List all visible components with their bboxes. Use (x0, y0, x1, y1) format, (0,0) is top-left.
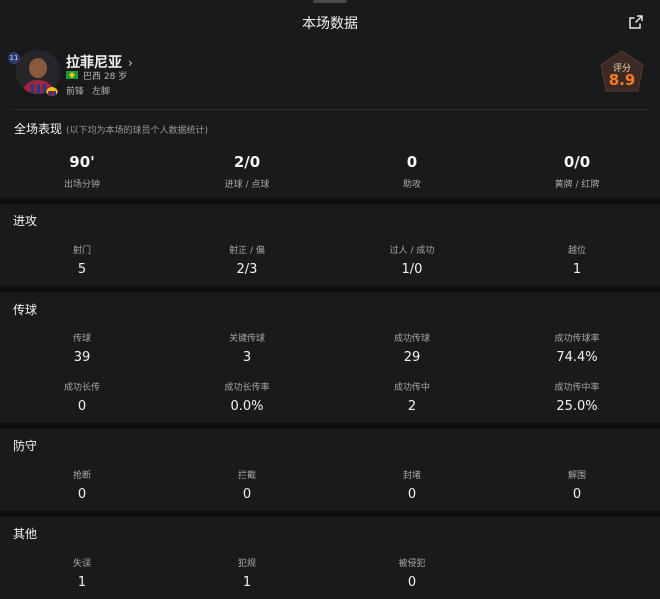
stat-value: 0 (77, 399, 87, 414)
stat-value: 1 (77, 575, 87, 590)
club-badge-icon (46, 84, 58, 96)
header: 本场数据 (0, 0, 660, 44)
stat-label: 黄牌 / 红牌 (554, 180, 600, 190)
section-separator (0, 511, 660, 517)
player-card[interactable]: 11 拉菲尼亚 › 巴西 28 岁 前锋 左脚 评分 8.9 (0, 46, 660, 108)
stat-value: 2/3 (236, 262, 258, 277)
shirt-number-badge: 11 (8, 52, 20, 64)
stat-long-ball-accuracy: 成功长传率 0.0% (177, 380, 317, 414)
stat-value: 0 (242, 487, 252, 502)
stat-label: 射正 / 偏 (229, 246, 265, 256)
share-icon[interactable] (628, 14, 644, 30)
section-title-attack: 进攻 (13, 214, 38, 228)
stat-value: 0 (406, 153, 418, 171)
summary-note: (以下均为本场的球员个人数据统计) (66, 126, 209, 136)
divider (12, 109, 648, 110)
stat-value: 1 (242, 575, 252, 590)
stat-value: 0 (407, 487, 417, 502)
stat-value: 1 (572, 262, 582, 277)
stat-errors: 失误 1 (12, 556, 152, 590)
stat-label: 被侵犯 (398, 559, 426, 569)
stat-fouls: 犯规 1 (177, 556, 317, 590)
stat-value: 29 (403, 350, 421, 365)
stat-label: 封堵 (402, 471, 421, 481)
stat-value: 39 (73, 350, 91, 365)
player-position-foot: 前锋 左脚 (66, 84, 110, 97)
stat-label: 出场分钟 (63, 180, 100, 190)
stat-crosses: 成功传中 2 (342, 380, 482, 414)
stat-label: 越位 (567, 246, 586, 256)
stat-label: 过人 / 成功 (389, 246, 435, 256)
stat-cards: 0/0 黄牌 / 红牌 (507, 153, 647, 190)
stat-goals-penalties: 2/0 进球 / 点球 (177, 153, 317, 190)
summary-title: 全场表现 (以下均为本场的球员个人数据统计) (14, 120, 208, 137)
stat-successful-passes: 成功传球 29 (342, 331, 482, 365)
stat-tackles: 抢断 0 (12, 468, 152, 502)
stat-key-passes: 关键传球 3 (177, 331, 317, 365)
stat-cross-accuracy: 成功传中率 25.0% (507, 380, 647, 414)
stat-label: 成功传中率 (554, 383, 600, 393)
stat-label: 成功长传率 (224, 383, 270, 393)
player-age: 28 岁 (103, 72, 128, 82)
stat-fouled: 被侵犯 0 (342, 556, 482, 590)
stat-value: 25.0% (556, 399, 598, 414)
stat-pass-accuracy: 成功传球率 74.4% (507, 331, 647, 365)
player-country-age: 巴西 28 岁 (83, 69, 127, 82)
stat-value: 0 (407, 575, 417, 590)
stat-interceptions: 拦截 0 (177, 468, 317, 502)
section-separator (0, 423, 660, 429)
stat-label: 进球 / 点球 (224, 180, 270, 190)
page-title: 本场数据 (302, 16, 358, 32)
stat-value: 0/0 (563, 153, 591, 171)
section-separator (0, 198, 660, 204)
stat-label: 解围 (567, 471, 586, 481)
stat-label: 传球 (72, 334, 91, 344)
stat-shots: 射门 5 (12, 243, 152, 277)
section-title-defense: 防守 (13, 439, 38, 453)
stat-label: 拦截 (237, 471, 256, 481)
stat-label: 成功长传 (63, 383, 100, 393)
rating-badge: 评分 8.9 (600, 50, 644, 92)
stat-label: 犯规 (237, 559, 256, 569)
stat-label: 助攻 (402, 180, 421, 190)
player-foot: 左脚 (92, 87, 111, 97)
player-country: 巴西 (83, 72, 102, 82)
stat-value: 2 (407, 399, 417, 414)
stat-value: 5 (77, 262, 87, 277)
stat-value: 74.4% (556, 350, 598, 365)
stat-dribbles: 过人 / 成功 1/0 (342, 243, 482, 277)
stat-value: 90' (69, 153, 95, 171)
stat-blocks: 封堵 0 (342, 468, 482, 502)
stat-shots-on-off: 射正 / 偏 2/3 (177, 243, 317, 277)
stat-label: 成功传球 (393, 334, 430, 344)
section-title-other: 其他 (13, 527, 38, 541)
chevron-right-icon: › (128, 56, 133, 70)
stat-label: 抢断 (72, 471, 91, 481)
stat-value: 0 (77, 487, 87, 502)
stat-minutes: 90' 出场分钟 (12, 153, 152, 190)
stat-value: 0 (572, 487, 582, 502)
stat-label: 成功传球率 (554, 334, 600, 344)
summary-title-text: 全场表现 (14, 122, 63, 136)
brazil-flag-icon (66, 71, 78, 79)
stat-clearances: 解围 0 (507, 468, 647, 502)
stat-offsides: 越位 1 (507, 243, 647, 277)
stat-label: 射门 (72, 246, 91, 256)
stat-value: 3 (242, 350, 252, 365)
stat-label: 成功传中 (393, 383, 430, 393)
section-separator (0, 286, 660, 292)
rating-value: 8.9 (608, 71, 636, 89)
stat-label: 关键传球 (228, 334, 265, 344)
player-position: 前锋 (66, 87, 85, 97)
stat-label: 失误 (72, 559, 91, 569)
section-title-passing: 传球 (13, 303, 38, 317)
stat-long-balls: 成功长传 0 (12, 380, 152, 414)
stat-assists: 0 助攻 (342, 153, 482, 190)
stat-passes: 传球 39 (12, 331, 152, 365)
stat-value: 0.0% (230, 399, 264, 414)
stat-value: 2/0 (233, 153, 261, 171)
stat-value: 1/0 (401, 262, 423, 277)
